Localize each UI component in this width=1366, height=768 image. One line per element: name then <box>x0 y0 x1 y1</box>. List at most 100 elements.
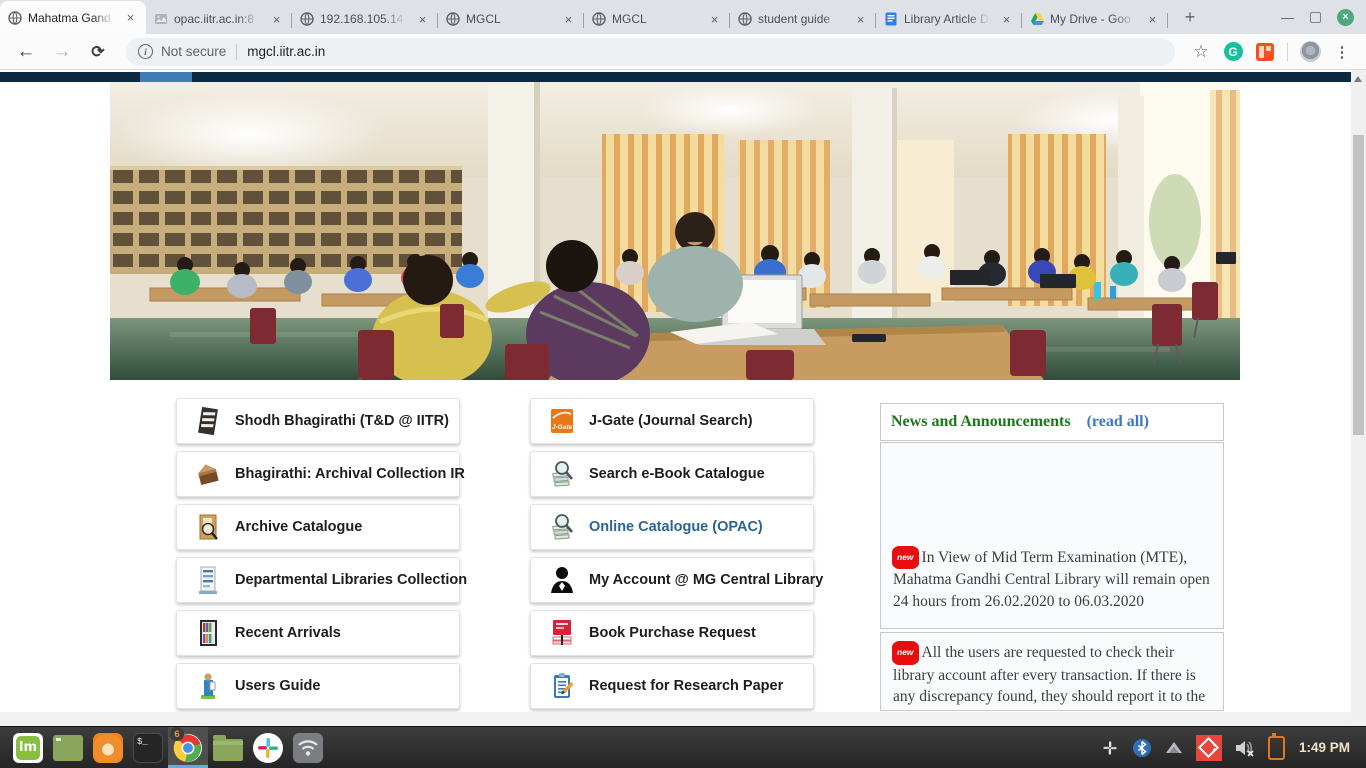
close-window-button[interactable]: × <box>1337 9 1354 26</box>
slack-launcher[interactable] <box>248 727 288 768</box>
news-title: News and Announcements <box>891 413 1071 431</box>
tab-student-guide[interactable]: student guide × <box>730 4 876 34</box>
chrome-taskbar-button[interactable]: 6 <box>168 727 208 768</box>
link-departmental-libraries[interactable]: Departmental Libraries Collection <box>176 557 460 603</box>
globe-icon <box>299 11 315 27</box>
window-controls: — × <box>1281 0 1366 34</box>
link-label: Request for Research Paper <box>589 678 783 694</box>
tab-mgcl-1[interactable]: MGCL × <box>438 4 584 34</box>
link-label: Departmental Libraries Collection <box>235 572 467 588</box>
link-jgate[interactable]: J-Gate J-Gate (Journal Search) <box>530 398 814 444</box>
link-users-guide[interactable]: Users Guide <box>176 663 460 709</box>
tab-mahatma-gandhi[interactable]: Mahatma Gand × <box>0 1 146 34</box>
tab-opac[interactable]: opac.iitr.ac.in:8 × <box>146 4 292 34</box>
new-tab-button[interactable]: + <box>1176 3 1204 31</box>
avatar <box>1300 41 1321 62</box>
link-archive-catalogue[interactable]: Archive Catalogue <box>176 504 460 550</box>
chrome-menu-icon[interactable]: ⋮ <box>1329 39 1355 65</box>
anydesk-icon[interactable]: > <box>1196 735 1222 761</box>
link-ebook-catalogue[interactable]: Search e-Book Catalogue <box>530 451 814 497</box>
close-tab-icon[interactable]: × <box>998 11 1015 28</box>
wifi-signal-icon[interactable] <box>1164 740 1184 756</box>
new-badge: new <box>893 546 918 570</box>
bookmark-star-icon[interactable]: ☆ <box>1188 39 1214 65</box>
restore-button[interactable] <box>1310 12 1321 23</box>
link-my-account[interactable]: My Account @ MG Central Library <box>530 557 814 603</box>
news-item-2: newAll the users are requested to check … <box>880 632 1224 711</box>
browser-scrollbar[interactable] <box>1351 70 1366 726</box>
tab-my-drive[interactable]: My Drive - Goo × <box>1022 4 1168 34</box>
close-tab-icon[interactable]: × <box>1144 11 1161 28</box>
system-tray: > 1:49 PM <box>1100 735 1358 761</box>
battery-icon[interactable] <box>1268 736 1285 760</box>
info-icon[interactable]: i <box>138 44 153 59</box>
orange-extension-icon[interactable] <box>1252 39 1278 65</box>
image-placeholder-icon <box>153 11 169 27</box>
page-lower-background <box>0 712 1351 726</box>
taskbar-clock[interactable]: 1:49 PM <box>1299 740 1350 755</box>
folder-icon <box>213 739 243 761</box>
slack-tray-icon[interactable] <box>1100 738 1120 758</box>
file-manager-launcher[interactable] <box>208 727 248 768</box>
show-desktop-button[interactable] <box>48 727 88 768</box>
link-label: Online Catalogue (OPAC) <box>589 519 763 535</box>
link-request-research-paper[interactable]: Request for Research Paper <box>530 663 814 709</box>
mint-menu-button[interactable]: lm <box>8 727 48 768</box>
tab-title: Mahatma Gand <box>28 11 117 25</box>
link-shodh-bhagirathi[interactable]: Shodh Bhagirathi (T&D @ IITR) <box>176 398 460 444</box>
grammarly-g: G <box>1224 42 1243 61</box>
divider <box>236 44 237 60</box>
firefox-launcher[interactable] <box>88 727 128 768</box>
bookshelf-icon <box>195 565 221 595</box>
jgate-logo-icon: J-Gate <box>549 406 575 436</box>
link-label: My Account @ MG Central Library <box>589 572 823 588</box>
address-bar[interactable]: i Not secure mgcl.iitr.ac.in <box>126 38 1175 66</box>
link-book-purchase-request[interactable]: Book Purchase Request <box>530 610 814 656</box>
profile-avatar[interactable] <box>1297 39 1323 65</box>
globe-icon <box>445 11 461 27</box>
network-tool-launcher[interactable] <box>288 727 328 768</box>
volume-muted-icon[interactable] <box>1234 738 1256 758</box>
person-icon <box>549 565 575 595</box>
tab-title: MGCL <box>612 12 701 26</box>
close-tab-icon[interactable]: × <box>414 11 431 28</box>
close-tab-icon[interactable]: × <box>268 11 285 28</box>
news-panel-header: News and Announcements (read all) <box>880 403 1224 441</box>
close-tab-icon[interactable]: × <box>706 11 723 28</box>
read-all-link[interactable]: (read all) <box>1087 413 1149 431</box>
link-label: Bhagirathi: Archival Collection IR <box>235 466 465 482</box>
active-nav-item[interactable] <box>140 72 192 82</box>
reload-button[interactable]: ⟳ <box>84 38 112 66</box>
tab-title: opac.iitr.ac.in:8 <box>174 12 263 26</box>
url-text[interactable]: mgcl.iitr.ac.in <box>247 44 325 59</box>
tab-mgcl-2[interactable]: MGCL × <box>584 4 730 34</box>
svg-text:J-Gate: J-Gate <box>552 424 573 431</box>
window-icon <box>53 735 83 761</box>
terminal-icon: $_ <box>133 733 163 763</box>
bluetooth-icon[interactable] <box>1132 738 1152 758</box>
clipboard-pencil-icon <box>549 671 575 701</box>
tab-ip-address[interactable]: 192.168.105.14 × <box>292 4 438 34</box>
back-button[interactable]: ← <box>12 38 40 66</box>
link-bhagirathi-archival[interactable]: Bhagirathi: Archival Collection IR <box>176 451 460 497</box>
link-online-catalogue-opac[interactable]: Online Catalogue (OPAC) <box>530 504 814 550</box>
tab-library-article[interactable]: Library Article D × <box>876 4 1022 34</box>
grammarly-extension-icon[interactable]: G <box>1220 39 1246 65</box>
close-tab-icon[interactable]: × <box>852 11 869 28</box>
close-tab-icon[interactable]: × <box>560 11 577 28</box>
firefox-icon <box>93 733 123 763</box>
mint-logo-icon: lm <box>13 733 43 763</box>
scrollbar-thumb[interactable] <box>1353 135 1364 435</box>
terminal-launcher[interactable]: $_ <box>128 727 168 768</box>
close-tab-icon[interactable]: × <box>122 9 139 26</box>
google-docs-icon <box>883 11 899 27</box>
books-magnifier-icon <box>549 512 575 542</box>
scroll-up-arrow-icon[interactable] <box>1354 76 1362 82</box>
forward-button[interactable]: → <box>48 38 76 66</box>
site-nav-bar <box>0 72 1366 82</box>
minimize-button[interactable]: — <box>1281 11 1294 24</box>
link-recent-arrivals[interactable]: Recent Arrivals <box>176 610 460 656</box>
security-label[interactable]: Not secure <box>161 44 226 59</box>
link-label: Book Purchase Request <box>589 625 756 641</box>
red-book-icon <box>549 618 575 648</box>
